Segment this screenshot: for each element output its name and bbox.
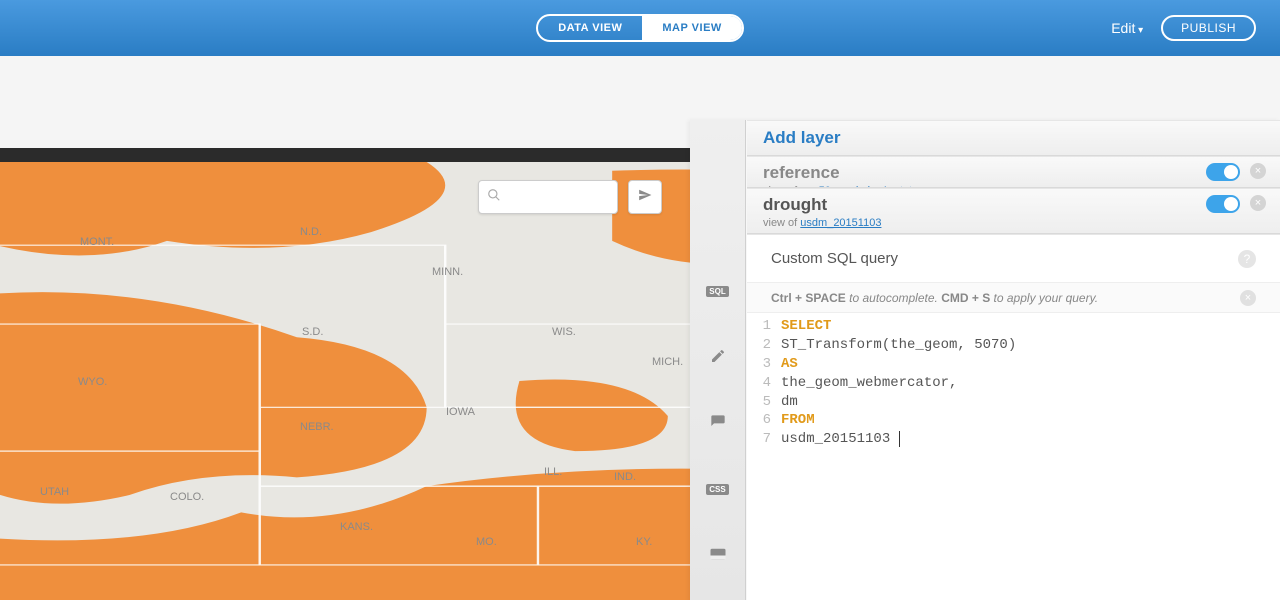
add-layer-row[interactable]: + Add layer (747, 120, 1280, 156)
state-label: WYO. (78, 376, 107, 388)
state-label: IND. (614, 471, 636, 483)
topbar-right: Edit PUBLISH (1111, 0, 1256, 56)
state-label: KY. (636, 536, 652, 548)
state-label: S.D. (302, 326, 323, 338)
layer-row-drought[interactable]: 2 drought view of usdm_20151103 × (747, 188, 1280, 234)
state-label: MONT. (80, 236, 114, 248)
layer-toggle[interactable] (1206, 163, 1240, 181)
search-input[interactable] (507, 190, 609, 205)
layer-toggle[interactable] (1206, 195, 1240, 213)
state-label: UTAH (40, 486, 69, 498)
editor-title: Custom SQL query (771, 250, 898, 267)
state-label: N.D. (300, 226, 322, 238)
editor-hint: Ctrl + SPACE to autocomplete. CMD + S to… (747, 283, 1280, 313)
state-label: WIS. (552, 326, 576, 338)
paper-plane-icon (638, 188, 652, 207)
layer-name: reference (763, 163, 924, 183)
add-layer-label: Add layer (763, 128, 840, 148)
search-float (478, 180, 662, 214)
search-box[interactable] (478, 180, 618, 214)
state-label: MICH. (652, 356, 683, 368)
edit-menu[interactable]: Edit (1111, 20, 1143, 36)
stage: MONT. N.D. MINN. S.D. WIS. WYO. MICH. IOWA NEBR.… (0, 56, 1280, 600)
tool-infowindow[interactable] (705, 412, 731, 434)
layer-subline: view of usdm_20151103 (763, 217, 881, 229)
state-label: KANS. (340, 521, 373, 533)
layer-delete[interactable]: × (1250, 163, 1266, 179)
state-label: MINN. (432, 266, 463, 278)
tool-edit[interactable] (705, 346, 731, 368)
topbar: DATA VIEW MAP VIEW Edit PUBLISH (0, 0, 1280, 56)
map-view-button[interactable]: MAP VIEW (642, 16, 741, 40)
locate-button[interactable] (628, 180, 662, 214)
layer-name: drought (763, 195, 881, 215)
speech-bubble-icon (710, 414, 726, 433)
layer-delete[interactable]: × (1250, 195, 1266, 211)
card-icon (709, 547, 727, 564)
panel-tool-strip: SQL CSS (690, 120, 746, 600)
state-label: IOWA (446, 406, 475, 418)
code-area[interactable]: 1234567 SELECT ST_Transform(the_geom, 50… (747, 313, 1280, 449)
close-icon[interactable]: × (1240, 290, 1256, 306)
data-view-button[interactable]: DATA VIEW (538, 16, 642, 40)
right-panel: + Add layer 3 reference view of ne_50m_a… (690, 120, 1280, 600)
tool-sql[interactable]: SQL (705, 280, 731, 302)
search-icon (487, 188, 501, 207)
state-label: ILL. (544, 466, 562, 478)
tool-css[interactable]: CSS (705, 478, 731, 500)
help-icon[interactable]: ? (1238, 250, 1256, 268)
layer-stack: + Add layer 3 reference view of ne_50m_a… (691, 120, 1280, 234)
sql-editor: Custom SQL query ? Ctrl + SPACE to autoc… (747, 234, 1280, 600)
state-label: COLO. (170, 491, 204, 503)
view-toggle: DATA VIEW MAP VIEW (536, 14, 744, 42)
state-label: NEBR. (300, 421, 334, 433)
layer-table-link[interactable]: usdm_20151103 (800, 217, 881, 229)
editor-hint-text: Ctrl + SPACE to autocomplete. CMD + S to… (771, 291, 1098, 305)
editor-header: Custom SQL query ? (747, 235, 1280, 283)
layer-row-reference[interactable]: 3 reference view of ne_50m_admin_1_state… (747, 156, 1280, 188)
tool-legends[interactable] (705, 544, 731, 566)
state-label: MO. (476, 536, 497, 548)
pencil-icon (710, 348, 726, 367)
publish-button[interactable]: PUBLISH (1161, 15, 1256, 41)
